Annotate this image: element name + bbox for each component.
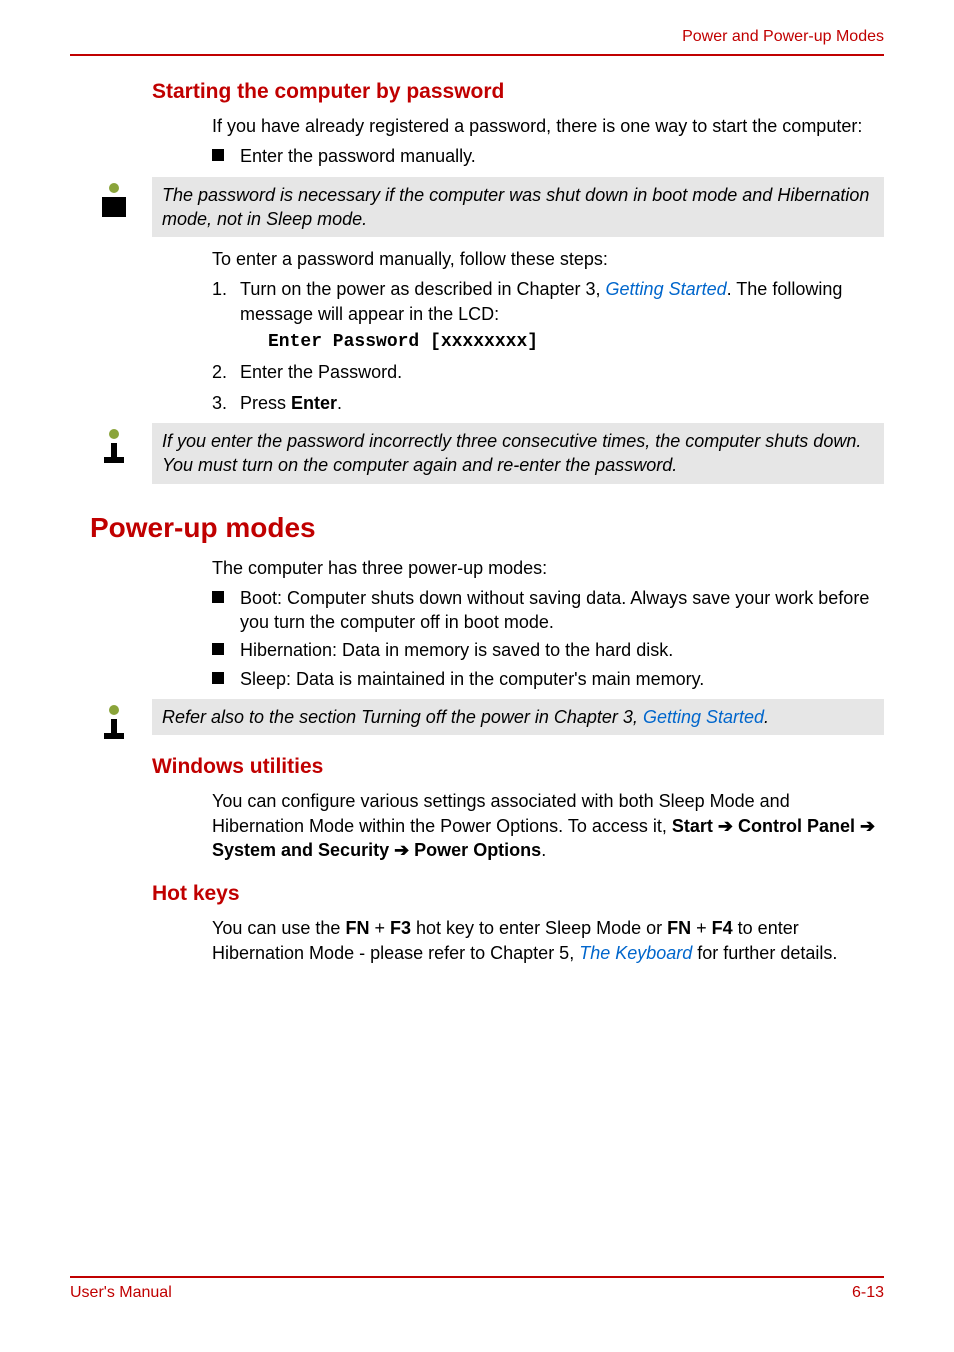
header-divider xyxy=(70,54,884,56)
text-segment: for further details. xyxy=(692,943,837,963)
note-text: The password is necessary if the compute… xyxy=(152,177,884,238)
list-item: Sleep: Data is maintained in the compute… xyxy=(212,667,884,691)
bullet-list: Boot: Computer shuts down without saving… xyxy=(212,586,884,691)
text-segment: Turn on the power as described in Chapte… xyxy=(240,279,606,299)
bold-text: System and Security xyxy=(212,840,389,860)
bold-text: FN xyxy=(345,918,369,938)
text-segment: + xyxy=(369,918,390,938)
bold-text: F4 xyxy=(712,918,733,938)
section-heading-starting: Starting the computer by password xyxy=(152,80,884,104)
note-text: Refer also to the section Turning off th… xyxy=(152,699,884,735)
paragraph: If you have already registered a passwor… xyxy=(212,114,884,138)
text-segment: You can use the xyxy=(212,918,345,938)
info-icon xyxy=(94,425,134,465)
note-block: If you enter the password incorrectly th… xyxy=(90,423,884,484)
link-getting-started[interactable]: Getting Started xyxy=(606,279,727,299)
body-block-3: The computer has three power-up modes: B… xyxy=(152,556,884,691)
footer-left: User's Manual xyxy=(70,1284,172,1302)
list-item: 1. Turn on the power as described in Cha… xyxy=(212,277,884,354)
main-content: Starting the computer by password If you… xyxy=(70,80,884,965)
note-block: Refer also to the section Turning off th… xyxy=(90,699,884,735)
bold-text: Start xyxy=(672,816,713,836)
text-segment: . xyxy=(764,707,769,727)
list-item: 2. Enter the Password. xyxy=(212,360,884,384)
text-segment: + xyxy=(691,918,712,938)
list-item: Hibernation: Data in memory is saved to … xyxy=(212,638,884,662)
list-number: 2. xyxy=(212,360,227,384)
paragraph: You can configure various settings assoc… xyxy=(212,789,884,862)
bullet-list: Enter the password manually. xyxy=(212,144,884,168)
info-icon xyxy=(94,179,134,219)
section-heading-powerup: Power-up modes xyxy=(90,512,884,544)
link-the-keyboard[interactable]: The Keyboard xyxy=(579,943,692,963)
link-getting-started[interactable]: Getting Started xyxy=(643,707,764,727)
section-heading-windows: Windows utilities xyxy=(152,755,884,779)
header-title: Power and Power-up Modes xyxy=(70,28,884,46)
body-block-4: You can configure various settings assoc… xyxy=(152,789,884,862)
text-segment: Press xyxy=(240,393,291,413)
text-segment: Enter the Password. xyxy=(240,362,402,382)
text-segment: hot key to enter Sleep Mode or xyxy=(411,918,667,938)
footer: User's Manual 6-13 xyxy=(70,1276,884,1302)
body-block-1: If you have already registered a passwor… xyxy=(152,114,884,169)
text-segment: Refer also to the section Turning off th… xyxy=(162,707,643,727)
note-text: If you enter the password incorrectly th… xyxy=(152,423,884,484)
list-item: Boot: Computer shuts down without saving… xyxy=(212,586,884,635)
arrow-icon: ➔ xyxy=(389,840,414,860)
paragraph: You can use the FN + F3 hot key to enter… xyxy=(212,916,884,965)
arrow-icon: ➔ xyxy=(855,816,875,836)
page: Power and Power-up Modes Starting the co… xyxy=(0,0,954,1352)
list-number: 1. xyxy=(212,277,227,301)
footer-right: 6-13 xyxy=(852,1284,884,1302)
section-heading-hotkeys: Hot keys xyxy=(152,882,884,906)
bold-text: F3 xyxy=(390,918,411,938)
arrow-icon: ➔ xyxy=(713,816,738,836)
bold-text: Control Panel xyxy=(738,816,855,836)
bold-text: Enter xyxy=(291,393,337,413)
ordered-list: 1. Turn on the power as described in Cha… xyxy=(212,277,884,414)
note-block: The password is necessary if the compute… xyxy=(90,177,884,238)
body-block-5: You can use the FN + F3 hot key to enter… xyxy=(152,916,884,965)
text-segment: . xyxy=(337,393,342,413)
list-number: 3. xyxy=(212,391,227,415)
text-segment: . xyxy=(541,840,546,860)
paragraph: The computer has three power-up modes: xyxy=(212,556,884,580)
bold-text: FN xyxy=(667,918,691,938)
body-block-2: To enter a password manually, follow the… xyxy=(152,247,884,415)
list-item: 3. Press Enter. xyxy=(212,391,884,415)
info-icon xyxy=(94,701,134,741)
paragraph: To enter a password manually, follow the… xyxy=(212,247,884,271)
code-text: Enter Password [xxxxxxxx] xyxy=(240,330,884,354)
bold-text: Power Options xyxy=(414,840,541,860)
list-item: Enter the password manually. xyxy=(212,144,884,168)
